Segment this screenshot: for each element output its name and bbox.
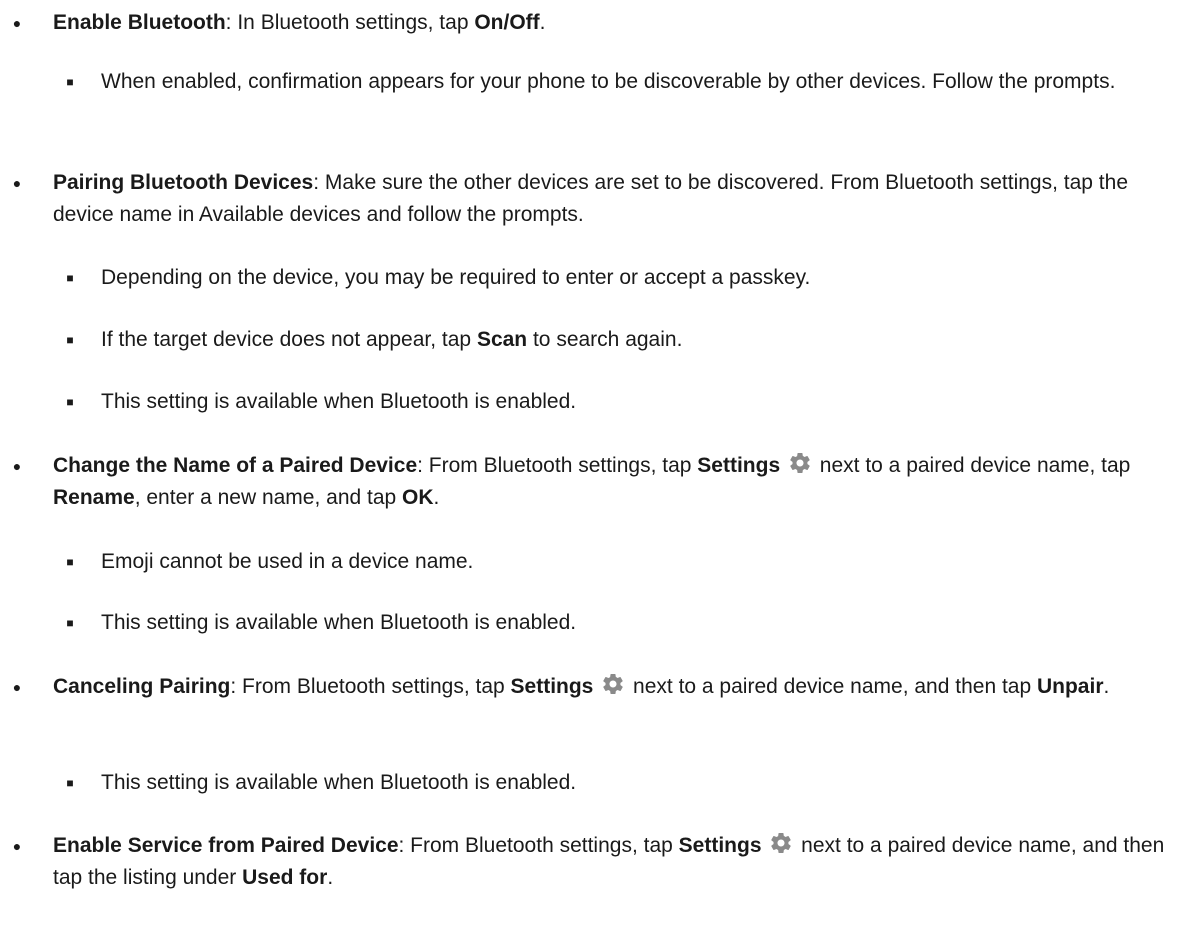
item-title: Enable Service from Paired Device: [53, 834, 399, 857]
bullet: ■: [66, 555, 74, 569]
bullet: ●: [12, 175, 22, 191]
item-text: Change the Name of a Paired Device: From…: [53, 450, 1181, 514]
item-text: Pairing Bluetooth Devices: Make sure the…: [53, 171, 1128, 226]
item-text: Enable Bluetooth: In Bluetooth settings,…: [53, 11, 546, 34]
bullet: ■: [66, 616, 74, 630]
bullet: ■: [66, 75, 74, 89]
item-text: This setting is available when Bluetooth…: [101, 771, 577, 794]
gear-icon: [603, 674, 623, 695]
item-title: Pairing Bluetooth Devices: [53, 171, 314, 194]
item-text: This setting is available when Bluetooth…: [101, 611, 577, 634]
bullet: ●: [12, 679, 22, 695]
item-title: Enable Bluetooth: [53, 11, 226, 34]
bullet: ●: [12, 15, 22, 31]
item-text: Emoji cannot be used in a device name.: [101, 550, 474, 573]
item-text: When enabled, confirmation appears for y…: [101, 70, 1116, 93]
item-text: Enable Service from Paired Device: From …: [53, 830, 1181, 894]
item-title: Canceling Pairing: [53, 675, 231, 698]
bullet: ■: [66, 776, 74, 790]
item-text: Depending on the device, you may be requ…: [101, 266, 811, 289]
gear-icon: [790, 453, 810, 474]
item-text: This setting is available when Bluetooth…: [101, 390, 577, 413]
bullet: ●: [12, 458, 22, 474]
item-text: Canceling Pairing: From Bluetooth settin…: [53, 671, 1181, 703]
bullet: ■: [66, 395, 74, 409]
gear-icon: [771, 833, 792, 854]
item-text: If the target device does not appear, ta…: [101, 328, 683, 351]
bullet: ■: [66, 271, 74, 285]
item-title: Change the Name of a Paired Device: [53, 454, 418, 477]
bullet: ■: [66, 333, 74, 347]
bullet: ●: [12, 838, 22, 854]
